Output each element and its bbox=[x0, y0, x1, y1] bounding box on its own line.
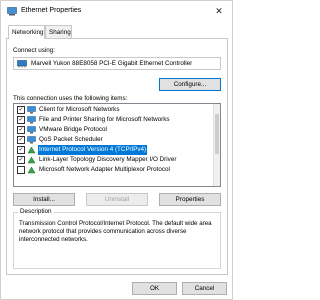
description-group: Description Transmission Control Protoco… bbox=[13, 208, 221, 269]
item-checkbox[interactable]: ✓ bbox=[17, 136, 25, 144]
tab-sharing[interactable]: Sharing bbox=[45, 25, 72, 38]
list-item[interactable]: ✓ Link-Layer Topology Discovery Mapper I… bbox=[14, 155, 215, 165]
item-label: VMware Bridge Protocol bbox=[39, 126, 107, 133]
network-service-icon bbox=[27, 116, 36, 124]
window-title: Ethernet Properties bbox=[21, 7, 82, 14]
install-button[interactable]: Install... bbox=[13, 193, 75, 206]
description-title: Description bbox=[18, 208, 54, 215]
network-protocol-icon bbox=[27, 146, 36, 154]
item-checkbox[interactable]: ✓ bbox=[17, 116, 25, 124]
item-label: Internet Protocol Version 4 (TCP/IPv4) bbox=[38, 145, 148, 155]
description-text: Transmission Control Protocol/Internet P… bbox=[19, 220, 212, 243]
network-protocol-icon bbox=[27, 156, 36, 164]
list-item[interactable]: Microsoft Network Adapter Multiplexor Pr… bbox=[14, 165, 215, 175]
title-bar: Ethernet Properties ✕ bbox=[1, 1, 234, 23]
ethernet-properties-dialog: Ethernet Properties ✕ Networking Sharing… bbox=[0, 0, 233, 300]
list-item[interactable]: ✓ Client for Microsoft Networks bbox=[14, 105, 215, 115]
uninstall-button[interactable]: Uninstall bbox=[86, 193, 148, 206]
item-checkbox[interactable] bbox=[17, 166, 25, 174]
scroll-thumb[interactable] bbox=[215, 114, 219, 154]
item-label: Link-Layer Topology Discovery Mapper I/O… bbox=[39, 156, 177, 163]
network-protocol-icon bbox=[27, 126, 36, 134]
properties-button[interactable]: Properties bbox=[159, 193, 221, 206]
item-label: Client for Microsoft Networks bbox=[39, 106, 120, 113]
close-icon: ✕ bbox=[215, 6, 223, 16]
list-item[interactable]: ✓ QoS Packet Scheduler bbox=[14, 135, 215, 145]
network-service-icon bbox=[27, 136, 36, 144]
item-label: Microsoft Network Adapter Multiplexor Pr… bbox=[39, 166, 170, 173]
close-button[interactable]: ✕ bbox=[208, 3, 230, 19]
item-label: File and Printer Sharing for Microsoft N… bbox=[39, 116, 170, 123]
list-item[interactable]: ✓ VMware Bridge Protocol bbox=[14, 125, 215, 135]
adapter-name: Marvell Yukon 88E8058 PCI-E Gigabit Ethe… bbox=[31, 60, 193, 67]
list-item[interactable]: ✓ Internet Protocol Version 4 (TCP/IPv4) bbox=[14, 145, 215, 155]
networking-panel: Connect using: Marvell Yukon 88E8058 PCI… bbox=[6, 38, 228, 275]
item-checkbox[interactable]: ✓ bbox=[17, 126, 25, 134]
item-checkbox[interactable]: ✓ bbox=[17, 106, 25, 114]
network-client-icon bbox=[27, 106, 36, 114]
connect-using-label: Connect using: bbox=[13, 47, 56, 54]
network-adapter-icon bbox=[7, 7, 17, 16]
item-label: QoS Packet Scheduler bbox=[39, 136, 103, 143]
adapter-field: Marvell Yukon 88E8058 PCI-E Gigabit Ethe… bbox=[13, 57, 221, 70]
list-scrollbar[interactable] bbox=[213, 104, 220, 186]
network-protocol-icon bbox=[27, 166, 36, 174]
items-list: ✓ Client for Microsoft Networks ✓ File a… bbox=[13, 103, 221, 187]
items-label: This connection uses the following items… bbox=[13, 95, 128, 102]
item-checkbox[interactable]: ✓ bbox=[17, 146, 25, 154]
configure-button[interactable]: Configure... bbox=[159, 78, 221, 91]
list-item[interactable]: ✓ File and Printer Sharing for Microsoft… bbox=[14, 115, 215, 125]
tab-networking[interactable]: Networking bbox=[8, 25, 45, 39]
cancel-button[interactable]: Cancel bbox=[182, 282, 227, 295]
network-adapter-icon bbox=[17, 60, 27, 68]
item-checkbox[interactable]: ✓ bbox=[17, 156, 25, 164]
ok-button[interactable]: OK bbox=[132, 282, 177, 295]
